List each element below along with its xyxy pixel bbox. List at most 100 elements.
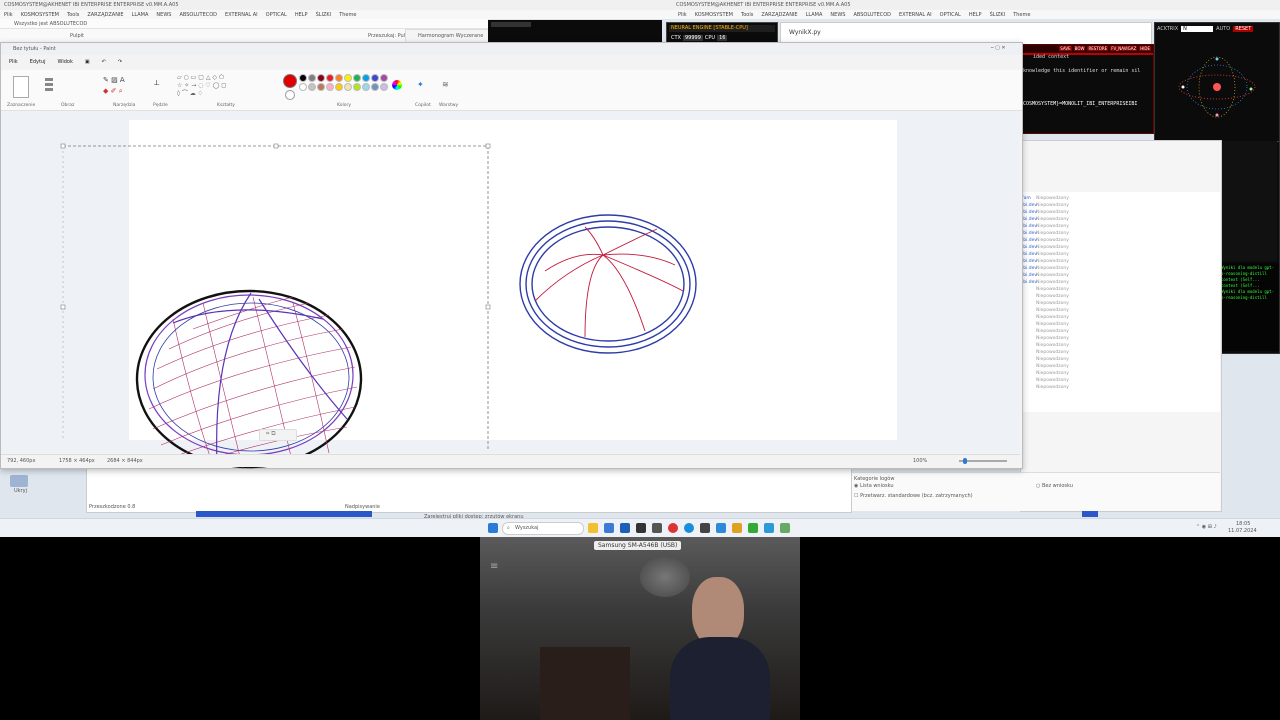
right-menu-item[interactable]: OPTICAL [940, 12, 961, 18]
tray-icons[interactable]: ⌃ ◉ ⊞ ♪ [1196, 524, 1217, 530]
log-list-item[interactable]: ibi.dev Niepowodzony [1022, 230, 1218, 237]
left-menu-item[interactable]: LLAMA [132, 12, 149, 18]
log-list-item[interactable]: ibi.dev Niepowodzony [1022, 202, 1218, 209]
window-controls[interactable]: ⎯ ▢ ✕ [991, 45, 1006, 51]
log-list-item[interactable]: Niepowodzony [1022, 335, 1218, 342]
right-menu-item[interactable]: NEWS [830, 12, 845, 18]
right-menu-item[interactable]: ABSOLUTECOD [853, 12, 891, 18]
edge-icon[interactable] [684, 523, 694, 533]
log-list-item[interactable]: Niepowodzony [1022, 349, 1218, 356]
log-list-item[interactable]: ibi.dev Niepowodzony [1022, 237, 1218, 244]
windows-start-icon[interactable] [488, 523, 498, 533]
left-menu-item[interactable]: Tools [67, 12, 79, 18]
log-list-item[interactable]: ibi.dev Niepowodzony [1022, 258, 1218, 265]
brush-icon[interactable]: ⟂ [154, 78, 159, 88]
menu-view[interactable]: Widok [58, 59, 73, 65]
log-list-item[interactable]: ibi.dev Niepowodzony [1022, 223, 1218, 230]
terminal-icon[interactable] [636, 523, 646, 533]
color-palette[interactable] [299, 74, 391, 100]
left-menu-item[interactable]: Plik [4, 12, 13, 18]
color-swatch[interactable] [326, 74, 334, 82]
zoom-slider[interactable] [959, 458, 1007, 464]
log-list-item[interactable]: ibi.dev Niepowodzony [1022, 209, 1218, 216]
crop-icon[interactable]: ⌗ ⧉ [260, 430, 276, 437]
color-swatch[interactable] [308, 74, 316, 82]
fill-icon[interactable]: ◆ ✐ ⌕ [103, 87, 123, 96]
browser-tab[interactable]: Pulpit [70, 33, 84, 39]
color-swatch[interactable] [353, 83, 361, 91]
editor-file-tab[interactable]: WynikX.py [789, 29, 821, 36]
log-list-item[interactable]: Niepowodzony [1022, 286, 1218, 293]
left-menu-item[interactable]: Theme [339, 12, 356, 18]
right-menu-item[interactable]: Theme [1013, 12, 1030, 18]
log-list-item[interactable]: Niepowodzony [1022, 328, 1218, 335]
terminal-button[interactable]: HIDE [1139, 46, 1151, 51]
settings-icon[interactable] [700, 523, 710, 533]
color-swatch[interactable] [317, 74, 325, 82]
right-menu-item[interactable]: Plik [678, 12, 687, 18]
color-swatch[interactable] [344, 83, 352, 91]
store-icon[interactable] [604, 523, 614, 533]
terminal-button[interactable]: BOW [1073, 46, 1086, 51]
color-swatch[interactable] [371, 83, 379, 91]
right-menu-item[interactable]: LLAMA [806, 12, 823, 18]
selection-floating-toolbar[interactable]: ⌗ ⧉ [259, 429, 297, 441]
color-swatch[interactable] [299, 83, 307, 91]
left-menu-item[interactable]: EXTERNAL AI [225, 12, 258, 18]
ctx-value[interactable]: 99999 [682, 35, 703, 41]
option-radio-3[interactable]: ○ Bez wniosku [1036, 483, 1073, 489]
log-list-item[interactable]: ibi.dev Niepowodzony [1022, 272, 1218, 279]
color-swatch[interactable] [308, 83, 316, 91]
explorer-icon[interactable] [764, 523, 774, 533]
right-menu-item[interactable]: HELP [969, 12, 982, 18]
terminal-button[interactable]: FV_NAVIGAZ [1110, 46, 1138, 51]
option-radio-1[interactable]: ◉ Lista wniosku [854, 483, 894, 489]
left-menu-item[interactable]: KOSMOSYSTEM [21, 12, 59, 18]
color-swatch[interactable] [353, 74, 361, 82]
color-swatch[interactable] [326, 83, 334, 91]
log-list-item[interactable]: Niepowodzony [1022, 363, 1218, 370]
right-menu-item[interactable]: EXTERNAL AI [899, 12, 932, 18]
left-menu-item[interactable]: ZARZĄDZANIE [87, 12, 123, 18]
log-list-item[interactable]: Niepowodzony [1022, 314, 1218, 321]
pencil-icon[interactable]: ✎ ▨ A [103, 76, 125, 84]
misc-icon[interactable] [780, 523, 790, 533]
right-menu-item[interactable]: KOSMOSYSTEM [695, 12, 733, 18]
undo-icon[interactable]: ↶ [102, 59, 106, 65]
right-menu-item[interactable]: ZARZĄDZANIE [761, 12, 797, 18]
log-list-item[interactable]: ibi.dev Niepowodzony [1022, 265, 1218, 272]
color-swatch[interactable] [335, 74, 343, 82]
log-list-item[interactable]: ibi.dev Niepowodzony [1022, 216, 1218, 223]
mail-icon[interactable] [620, 523, 630, 533]
color-swatch[interactable] [380, 83, 388, 91]
taskbar-search[interactable]: ⌕ Wyszukaj [502, 522, 584, 535]
save-icon[interactable]: ▣ [85, 59, 90, 65]
log-list-item[interactable]: ibi.dev Niepowodzony [1022, 244, 1218, 251]
app-icon[interactable] [652, 523, 662, 533]
log-list-item[interactable]: Niepowodzony [1022, 370, 1218, 377]
code-icon[interactable] [748, 523, 758, 533]
color-swatch[interactable] [362, 83, 370, 91]
cpu-value[interactable]: 16 [717, 35, 728, 41]
left-menu-item[interactable]: ABSOLUTECOD [179, 12, 217, 18]
ai-input[interactable]: N [1181, 26, 1214, 32]
log-list-item[interactable]: Niepowodzony [1022, 384, 1218, 391]
log-list-item[interactable]: Niepowodzony [1022, 307, 1218, 314]
log-list-item[interactable]: Niepowodzony [1022, 293, 1218, 300]
color-swatch[interactable] [371, 74, 379, 82]
left-menu-item[interactable]: ŚLIZKI [316, 12, 332, 18]
menu-icon[interactable]: ≡ [490, 561, 498, 572]
auto-toggle[interactable]: AUTO [1216, 26, 1230, 32]
left-menu-item[interactable]: OPTICAL [266, 12, 287, 18]
folder-icon[interactable] [588, 523, 598, 533]
photos-icon[interactable] [716, 523, 726, 533]
log-list-item[interactable]: Niepowodzony [1022, 377, 1218, 384]
shapes-gallery[interactable]: ▱ ○ ▭ ▢ △ ◇ ⬠ ☆ ✧ → ◌ ♡ ◯ ◻ ◊ ⌒ ☁ ♢ [177, 74, 233, 100]
right-menu-item[interactable]: ŚLIZKI [990, 12, 1006, 18]
option-checkbox-2[interactable]: ☐ Przetwarz. standardowe (bcz. zatrzyman… [854, 493, 973, 499]
redo-icon[interactable]: ↷ [118, 59, 122, 65]
menu-file[interactable]: Plik [9, 59, 18, 65]
image-tools[interactable] [45, 76, 69, 98]
reset-button[interactable]: RESET [1233, 26, 1254, 32]
right-menu-item[interactable]: Tools [741, 12, 753, 18]
